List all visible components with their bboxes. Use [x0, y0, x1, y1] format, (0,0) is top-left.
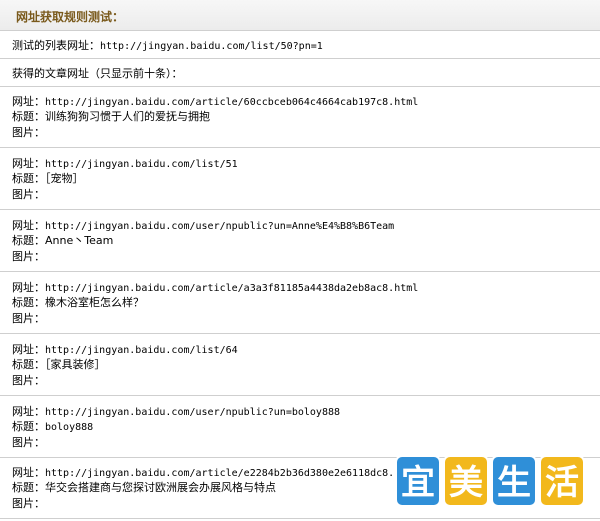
entry-image-row: 图片：: [12, 497, 45, 511]
entry-title-row: 标题：训练狗狗习惯于人们的爱抚与拥抱: [12, 110, 210, 124]
divider: [0, 333, 600, 334]
url-label: 网址：: [12, 466, 45, 479]
entry-image-row: 图片：: [12, 250, 45, 264]
page-title: 网址获取规则测试：: [16, 10, 125, 24]
entry-title-row: 标题：华交会搭建商与您探讨欧洲展会办展风格与特点: [12, 481, 276, 495]
entry-url-row: 网址：http://jingyan.baidu.com/article/60cc…: [12, 95, 418, 109]
image-label: 图片：: [12, 126, 45, 139]
entry-url: http://jingyan.baidu.com/article/a3a3f81…: [45, 283, 419, 294]
entry-url: http://jingyan.baidu.com/article/e2284b2…: [45, 468, 419, 479]
entry-image-row: 图片：: [12, 126, 45, 140]
image-label: 图片：: [12, 436, 45, 449]
list-url-row: 测试的列表网址：http://jingyan.baidu.com/list/50…: [12, 39, 323, 53]
url-label: 网址：: [12, 281, 45, 294]
divider: [0, 395, 600, 396]
entry-title-row: 标题：橡木浴室柜怎么样？: [12, 296, 144, 310]
divider: [0, 271, 600, 272]
entry-url-row: 网址：http://jingyan.baidu.com/user/npublic…: [12, 405, 340, 419]
url-label: 网址：: [12, 157, 45, 170]
image-label: 图片：: [12, 188, 45, 201]
title-label: 标题：: [12, 234, 45, 247]
entry-url-row: 网址：http://jingyan.baidu.com/article/a3a3…: [12, 281, 418, 295]
entry-url-row: 网址：http://jingyan.baidu.com/list/64: [12, 343, 238, 357]
watermark-char: 生: [497, 463, 531, 503]
watermark-tile: 宜: [395, 455, 441, 507]
entry-url: http://jingyan.baidu.com/user/npublic?un…: [45, 407, 341, 418]
divider: [0, 209, 600, 210]
image-label: 图片：: [12, 312, 45, 325]
entry-url-row: 网址：http://jingyan.baidu.com/user/npublic…: [12, 219, 394, 233]
title-label: 标题：: [12, 172, 45, 185]
entry-title: Anne丶Team: [45, 234, 114, 247]
entry-image-row: 图片：: [12, 436, 45, 450]
url-label: 网址：: [12, 405, 45, 418]
entry-title-row: 标题：boloy888: [12, 420, 93, 434]
divider: [0, 86, 600, 87]
watermark-char: 宜: [401, 463, 435, 503]
entry-title: 华交会搭建商与您探讨欧洲展会办展风格与特点: [45, 481, 276, 494]
image-label: 图片：: [12, 497, 45, 510]
results-label: 获得的文章网址（只显示前十条）：: [12, 67, 183, 80]
entry-url-row: 网址：http://jingyan.baidu.com/article/e228…: [12, 466, 418, 480]
title-label: 标题：: [12, 358, 45, 371]
watermark-char: 美: [449, 463, 483, 503]
entry-title: 训练狗狗习惯于人们的爱抚与拥抱: [45, 110, 210, 123]
entry-url: http://jingyan.baidu.com/article/60ccbce…: [45, 97, 419, 108]
header-bar: 网址获取规则测试：: [0, 0, 600, 31]
divider: [0, 147, 600, 148]
entry-title: 橡木浴室柜怎么样？: [45, 296, 144, 309]
entry-image-row: 图片：: [12, 374, 45, 388]
page: 网址获取规则测试： 测试的列表网址：http://jingyan.baidu.c…: [0, 0, 600, 521]
title-label: 标题：: [12, 420, 45, 433]
entry-url: http://jingyan.baidu.com/user/npublic?un…: [45, 221, 395, 232]
entry-title: ［宠物］: [45, 172, 84, 185]
divider: [0, 518, 600, 519]
title-label: 标题：: [12, 110, 45, 123]
url-label: 网址：: [12, 219, 45, 232]
entry-title: boloy888: [45, 422, 94, 433]
image-label: 图片：: [12, 250, 45, 263]
image-label: 图片：: [12, 374, 45, 387]
entry-url: http://jingyan.baidu.com/list/51: [45, 159, 238, 170]
watermark-tile: 美: [443, 455, 489, 507]
entry-title-row: 标题：Anne丶Team: [12, 234, 113, 248]
title-label: 标题：: [12, 481, 45, 494]
entry-url: http://jingyan.baidu.com/list/64: [45, 345, 238, 356]
watermark-char: 活: [545, 463, 579, 503]
watermark-tile: 活: [539, 455, 585, 507]
entry-image-row: 图片：: [12, 188, 45, 202]
entry-url-row: 网址：http://jingyan.baidu.com/list/51: [12, 157, 238, 171]
watermark-tile: 生: [491, 455, 537, 507]
watermark-logo: 宜 美 生 活: [395, 455, 585, 507]
list-url-label: 测试的列表网址：: [12, 39, 100, 52]
entry-title-row: 标题：［家具装修］: [12, 358, 106, 372]
entry-title-row: 标题：［宠物］: [12, 172, 84, 186]
title-label: 标题：: [12, 296, 45, 309]
entry-title: ［家具装修］: [45, 358, 106, 371]
url-label: 网址：: [12, 343, 45, 356]
list-url-value: http://jingyan.baidu.com/list/50?pn=1: [100, 41, 323, 52]
divider: [0, 58, 600, 59]
entry-image-row: 图片：: [12, 312, 45, 326]
url-label: 网址：: [12, 95, 45, 108]
